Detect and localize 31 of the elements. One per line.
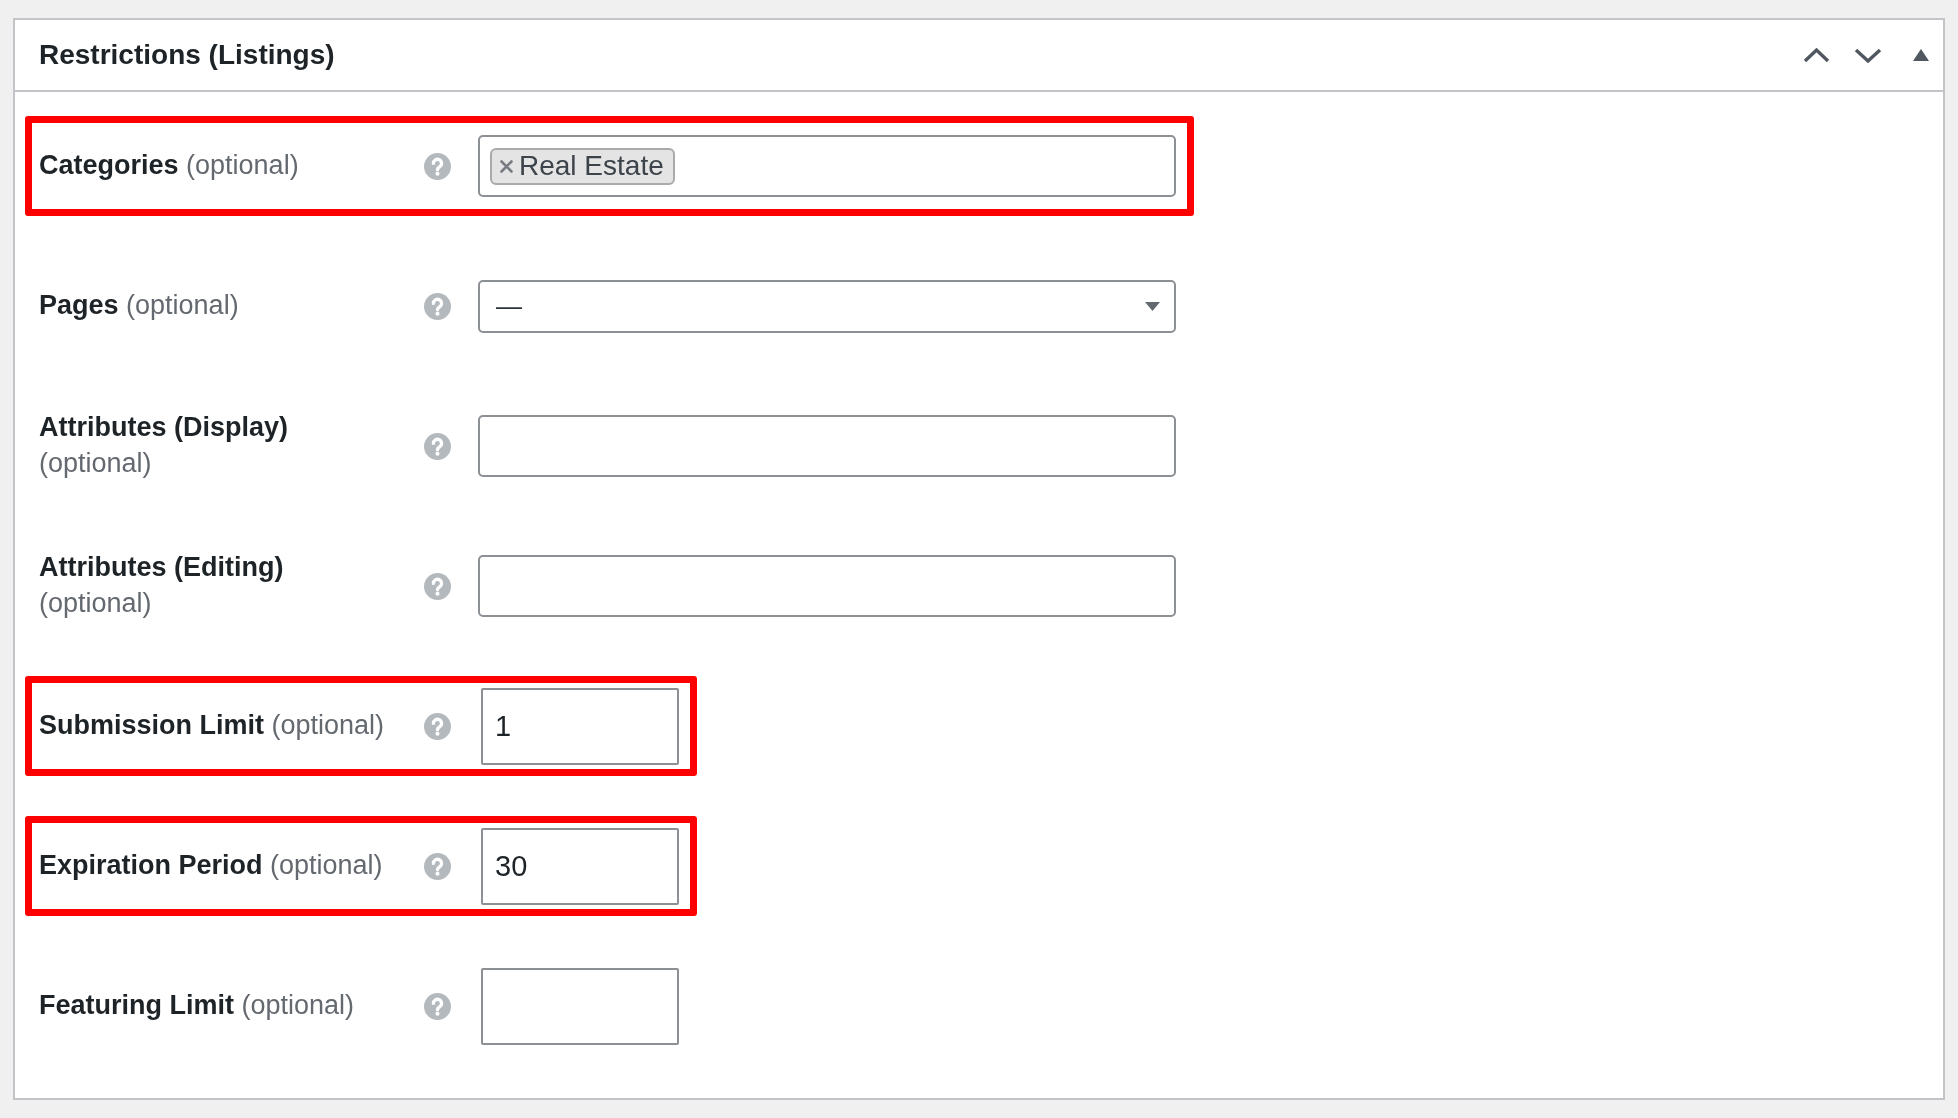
- select-field[interactable]: —: [478, 279, 1176, 333]
- toggle-panel-button[interactable]: [1913, 49, 1929, 61]
- help-icon[interactable]: [424, 432, 451, 460]
- text-field[interactable]: [478, 415, 1176, 477]
- field-label: Attributes (Editing) (optional): [39, 551, 285, 620]
- help-icon[interactable]: [424, 852, 451, 880]
- help-icon[interactable]: [424, 572, 451, 600]
- triangle-up-icon: [1913, 49, 1929, 61]
- field-label: Pages (optional): [39, 289, 240, 323]
- field-label: Submission Limit (optional): [39, 709, 386, 743]
- text-field[interactable]: [478, 555, 1176, 617]
- field-label: Expiration Period (optional): [39, 849, 384, 883]
- help-icon[interactable]: [424, 992, 451, 1020]
- number-field[interactable]: 1: [481, 687, 679, 765]
- panel-title: Restrictions (Listings): [39, 38, 335, 72]
- field-label: Featuring Limit (optional): [39, 989, 356, 1023]
- number-field[interactable]: 30: [481, 827, 679, 905]
- field-label: Attributes (Display) (optional): [39, 411, 290, 480]
- field-label: Categories (optional): [39, 149, 300, 183]
- number-field[interactable]: [481, 967, 679, 1045]
- move-up-button[interactable]: [1803, 47, 1830, 63]
- category-tag: Real Estate: [490, 147, 675, 185]
- help-icon[interactable]: [424, 152, 451, 180]
- help-icon[interactable]: [424, 292, 451, 320]
- chevron-up-icon: [1803, 47, 1830, 63]
- chevron-down-icon: [1854, 47, 1882, 63]
- cross-icon[interactable]: [500, 159, 513, 173]
- help-icon[interactable]: [424, 712, 451, 740]
- tags-field[interactable]: Real Estate: [478, 135, 1176, 197]
- move-down-button[interactable]: [1854, 47, 1882, 63]
- caret-down-icon: [1145, 301, 1160, 311]
